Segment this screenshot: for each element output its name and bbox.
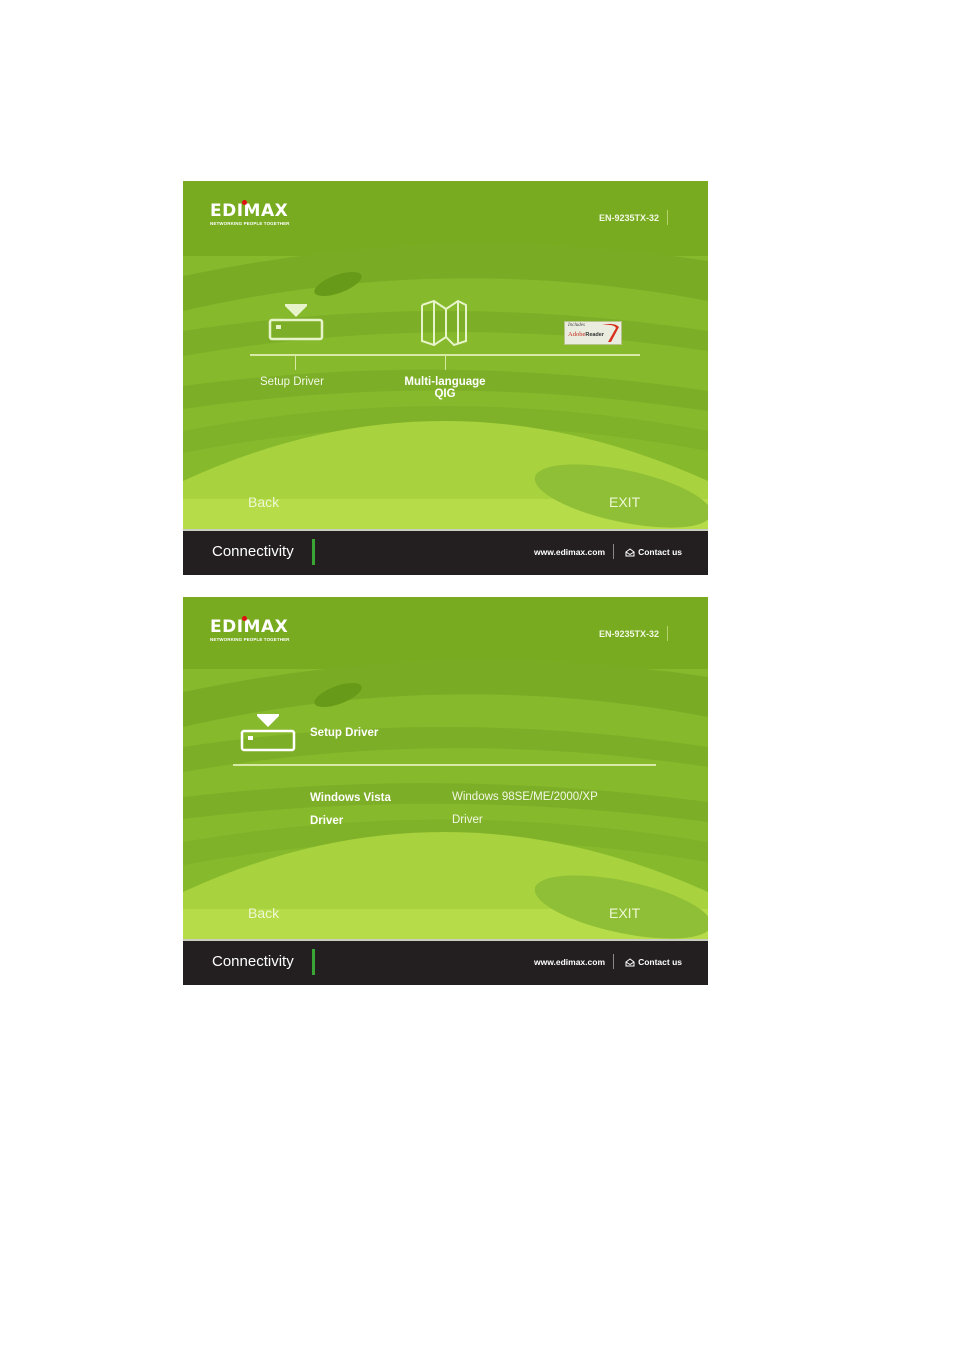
envelope-icon [625, 957, 635, 966]
option-label-line2: Driver [452, 814, 483, 826]
footer-bar: Connectivity www.edimax.com Contact us [183, 529, 708, 575]
back-button[interactable]: Back [248, 905, 279, 921]
menu-tick [295, 356, 296, 370]
background-swirls [183, 597, 708, 939]
logo-red-dot [242, 200, 247, 205]
edimax-logo: EDIMAX NETWORKING PEOPLE TOGETHER [210, 616, 290, 642]
footer-divider [613, 954, 614, 969]
logo-tagline: NETWORKING PEOPLE TOGETHER [210, 637, 290, 642]
back-button[interactable]: Back [248, 494, 279, 510]
setup-driver-link[interactable]: Setup Driver [260, 376, 324, 388]
adobe-swoosh-icon [602, 323, 619, 342]
exit-button[interactable]: EXIT [609, 494, 640, 510]
contact-us-label: Contact us [638, 547, 682, 557]
footer-title: Connectivity [212, 543, 294, 560]
folded-map-icon[interactable] [419, 299, 469, 347]
setup-driver-screen: EDIMAX NETWORKING PEOPLE TOGETHER EN-923… [183, 597, 708, 985]
model-divider [667, 210, 668, 225]
main-panel: EDIMAX NETWORKING PEOPLE TOGETHER EN-923… [183, 181, 708, 529]
windows-vista-driver-link[interactable]: Windows Vista Driver [310, 787, 391, 833]
website-link[interactable]: www.edimax.com [534, 957, 605, 967]
model-divider [667, 626, 668, 641]
footer-title: Connectivity [212, 953, 294, 970]
contact-us-label: Contact us [638, 957, 682, 967]
logo-text: EDIMAX [210, 201, 289, 221]
menu-tick [445, 356, 446, 370]
section-divider-line [233, 764, 656, 766]
model-number: EN-9235TX-32 [598, 629, 659, 639]
adobe-badge-product: AdobeReader [568, 331, 604, 338]
section-title: Setup Driver [310, 727, 379, 739]
envelope-icon [625, 547, 635, 556]
logo-text: EDIMAX [210, 617, 289, 637]
driver-install-icon [240, 714, 296, 752]
contact-us-link[interactable]: Contact us [625, 957, 682, 967]
driver-install-icon[interactable] [267, 304, 325, 344]
edimax-logo: EDIMAX NETWORKING PEOPLE TOGETHER [210, 200, 290, 226]
main-panel: EDIMAX NETWORKING PEOPLE TOGETHER EN-923… [183, 597, 708, 939]
logo-red-dot [242, 616, 247, 621]
autorun-main-menu-screen: EDIMAX NETWORKING PEOPLE TOGETHER EN-923… [183, 181, 708, 575]
footer-accent-bar [312, 949, 315, 975]
option-label-line1: Windows 98SE/ME/2000/XP [452, 791, 598, 803]
qig-label-line1: Multi-language [404, 376, 486, 388]
website-link[interactable]: www.edimax.com [534, 547, 605, 557]
adobe-reader-badge[interactable]: Includes AdobeReader [564, 321, 622, 345]
footer-divider [613, 544, 614, 559]
model-number: EN-9235TX-32 [598, 213, 659, 223]
contact-us-link[interactable]: Contact us [625, 547, 682, 557]
qig-label-line2: QIG [434, 388, 456, 400]
footer-bar: Connectivity www.edimax.com Contact us [183, 939, 708, 985]
multi-language-qig-link[interactable]: Multi-language QIG [401, 376, 489, 400]
logo-tagline: NETWORKING PEOPLE TOGETHER [210, 221, 290, 226]
exit-button[interactable]: EXIT [609, 905, 640, 921]
footer-accent-bar [312, 539, 315, 565]
adobe-badge-includes: Includes [568, 323, 585, 328]
option-label-line2: Driver [310, 815, 344, 827]
windows-98-xp-driver-link[interactable]: Windows 98SE/ME/2000/XP Driver [452, 786, 598, 832]
option-label-line1: Windows Vista [310, 792, 391, 804]
